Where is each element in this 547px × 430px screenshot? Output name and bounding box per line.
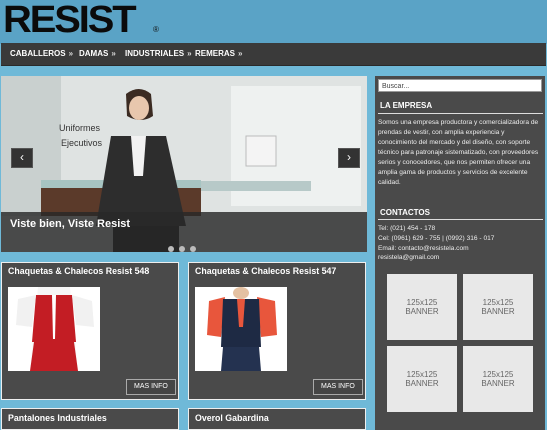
banner-label: BANNER: [405, 307, 439, 316]
nav-item-remeras[interactable]: REMERAS»: [195, 43, 242, 65]
site-header: RESIST ®: [0, 0, 547, 44]
chevron-right-icon: »: [111, 49, 116, 58]
registered-mark: ®: [153, 25, 159, 34]
slide-dot[interactable]: [179, 246, 185, 252]
product-image[interactable]: [195, 287, 287, 371]
nav-label: REMERAS: [195, 49, 236, 58]
nav-label: INDUSTRIALES: [125, 49, 185, 58]
more-info-button[interactable]: MAS INFO: [313, 379, 363, 395]
next-slide-button[interactable]: ›: [338, 148, 360, 168]
resist-logo[interactable]: RESIST ®: [3, 0, 159, 41]
banner-label: BANNER: [481, 379, 515, 388]
chevron-right-icon: »: [238, 49, 243, 58]
nav-label: CABALLEROS: [10, 49, 66, 58]
search-input[interactable]: Buscar...: [378, 79, 542, 92]
banner-size: 125x125: [406, 370, 438, 379]
product-title[interactable]: Chaquetas & Chalecos Resist 547: [195, 266, 336, 276]
nav-item-damas[interactable]: DAMAS»: [79, 43, 116, 65]
poster-text-2: Ejecutivos: [61, 138, 103, 148]
chevron-right-icon: »: [187, 49, 192, 58]
more-info-button[interactable]: MAS INFO: [126, 379, 176, 395]
prev-slide-button[interactable]: ‹: [11, 148, 33, 168]
poster-text-1: Uniformes: [59, 123, 101, 133]
divider: [378, 219, 543, 220]
nav-label: DAMAS: [79, 49, 109, 58]
nav-item-caballeros[interactable]: CABALLEROS»: [10, 43, 73, 65]
banner-size: 125x125: [482, 298, 514, 307]
logo-text: RESIST: [3, 0, 137, 41]
company-title: LA EMPRESA: [380, 101, 433, 110]
contact-line: Tel: (021) 454 - 178: [378, 225, 436, 232]
slide-dots: [168, 239, 201, 252]
nav-item-industriales[interactable]: INDUSTRIALES»: [125, 43, 192, 65]
banner-ad[interactable]: 125x125 BANNER: [387, 346, 457, 412]
banner-label: BANNER: [405, 379, 439, 388]
banner-label: BANNER: [481, 307, 515, 316]
divider: [378, 113, 543, 114]
product-title[interactable]: Overol Gabardina: [195, 413, 269, 423]
contacts-title: CONTACTOS: [380, 208, 430, 217]
product-title[interactable]: Chaquetas & Chalecos Resist 548: [8, 266, 149, 276]
banner-ad[interactable]: 125x125 BANNER: [463, 274, 533, 340]
slide-caption: Viste bien, Viste Resist: [10, 218, 131, 230]
banner-ad[interactable]: 125x125 BANNER: [387, 274, 457, 340]
vest-image: [8, 287, 100, 371]
contact-line: resistela@gmail.com: [378, 254, 440, 261]
company-text: Somos una empresa productora y comercial…: [378, 119, 539, 186]
product-title[interactable]: Pantalones Industriales: [8, 413, 107, 423]
slide-dot[interactable]: [190, 246, 196, 252]
banner-size: 125x125: [406, 298, 438, 307]
vest-image: [195, 287, 287, 371]
banner-ad[interactable]: 125x125 BANNER: [463, 346, 533, 412]
chevron-right-icon: »: [68, 49, 74, 58]
image-slider[interactable]: Uniformes Ejecutivos Viste bien, Viste R…: [1, 76, 367, 252]
slide-dot[interactable]: [168, 246, 174, 252]
contact-line: Cel: (0961) 629 - 755 | (0992) 316 - 017: [378, 235, 495, 242]
banner-size: 125x125: [482, 370, 514, 379]
product-image[interactable]: [8, 287, 100, 371]
main-nav: CABALLEROS» DAMAS» INDUSTRIALES» REMERAS…: [1, 43, 546, 66]
